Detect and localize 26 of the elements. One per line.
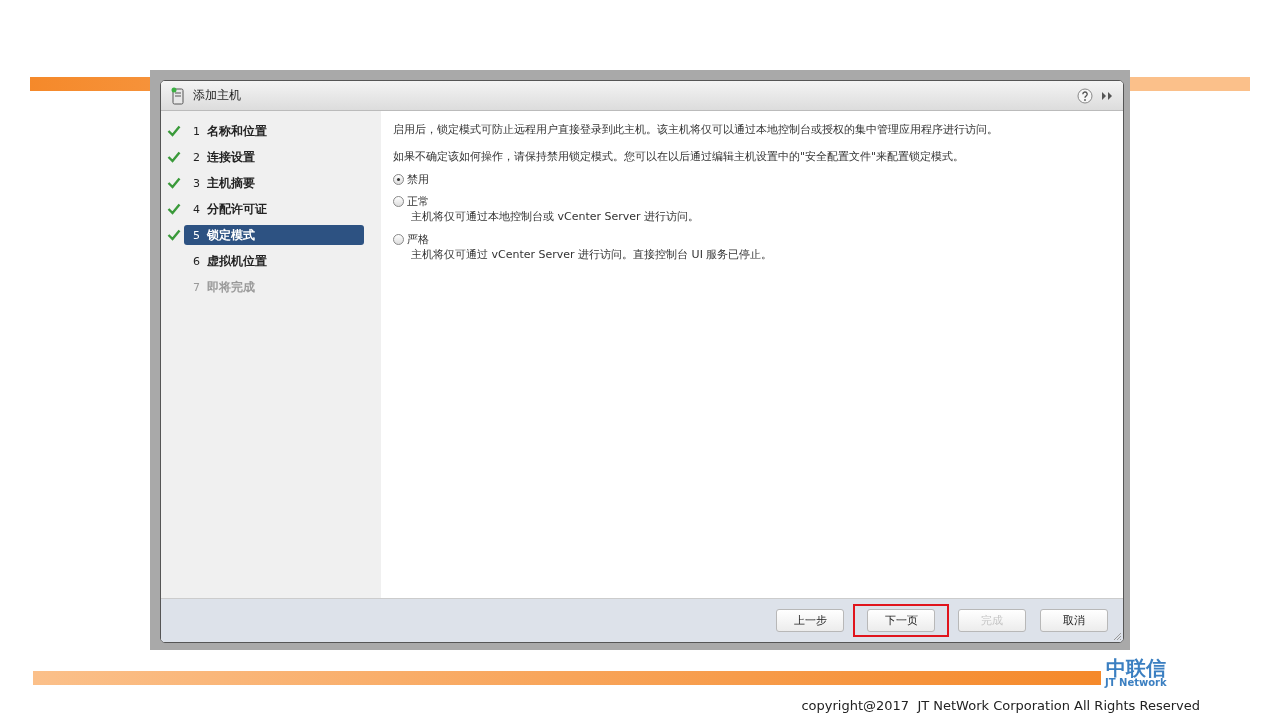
wizard-step[interactable]: 2 连接设置 — [184, 147, 364, 167]
copyright-text: copyright@2017 JT NetWork Corporation All Rights Reserved — [801, 698, 1200, 713]
radio-label: 禁用 — [407, 171, 429, 187]
option-description: 主机将仅可通过 vCenter Server 进行访问。直接控制台 UI 服务已停止。 — [410, 247, 774, 263]
wizard-step[interactable]: 4 分配许可证 — [184, 199, 364, 219]
window-title: 添加主机 — [193, 87, 241, 104]
radio-label: 严格 — [407, 231, 429, 247]
radio-label: 正常 — [407, 193, 429, 209]
dialog-button[interactable]: 上一步 — [776, 609, 844, 632]
radio-button[interactable] — [393, 195, 404, 207]
radio-button[interactable] — [393, 233, 404, 245]
description-text: 启用后，锁定模式可防止远程用户直接登录到此主机。该主机将仅可以通过本地控制台或授权的集中管理应用程序进行访问。 — [393, 123, 999, 137]
wizard-step[interactable]: 1 名称和位置 — [184, 121, 364, 141]
logo-text: 中联信 — [1105, 658, 1166, 678]
dialog-button[interactable]: 下一页 — [867, 609, 935, 632]
logo-subtitle: JT Network — [1105, 678, 1167, 688]
resize-grip-icon[interactable] — [1112, 631, 1122, 641]
wizard-step[interactable]: 5 锁定模式 — [184, 225, 364, 245]
server-icon — [171, 86, 185, 105]
description-text: 如果不确定该如何操作，请保持禁用锁定模式。您可以在以后通过编辑主机设置中的"安全配置文件"来配置锁定模式。 — [393, 150, 966, 164]
dialog-button[interactable]: 取消 — [1040, 609, 1108, 632]
radio-button[interactable] — [393, 173, 404, 185]
option-description: 主机将仅可通过本地控制台或 vCenter Server 进行访问。 — [410, 209, 701, 225]
wizard-step[interactable]: 6 虚拟机位置 — [184, 251, 364, 271]
help-icon[interactable] — [1077, 87, 1093, 104]
wizard-step[interactable]: 3 主机摘要 — [184, 173, 364, 193]
